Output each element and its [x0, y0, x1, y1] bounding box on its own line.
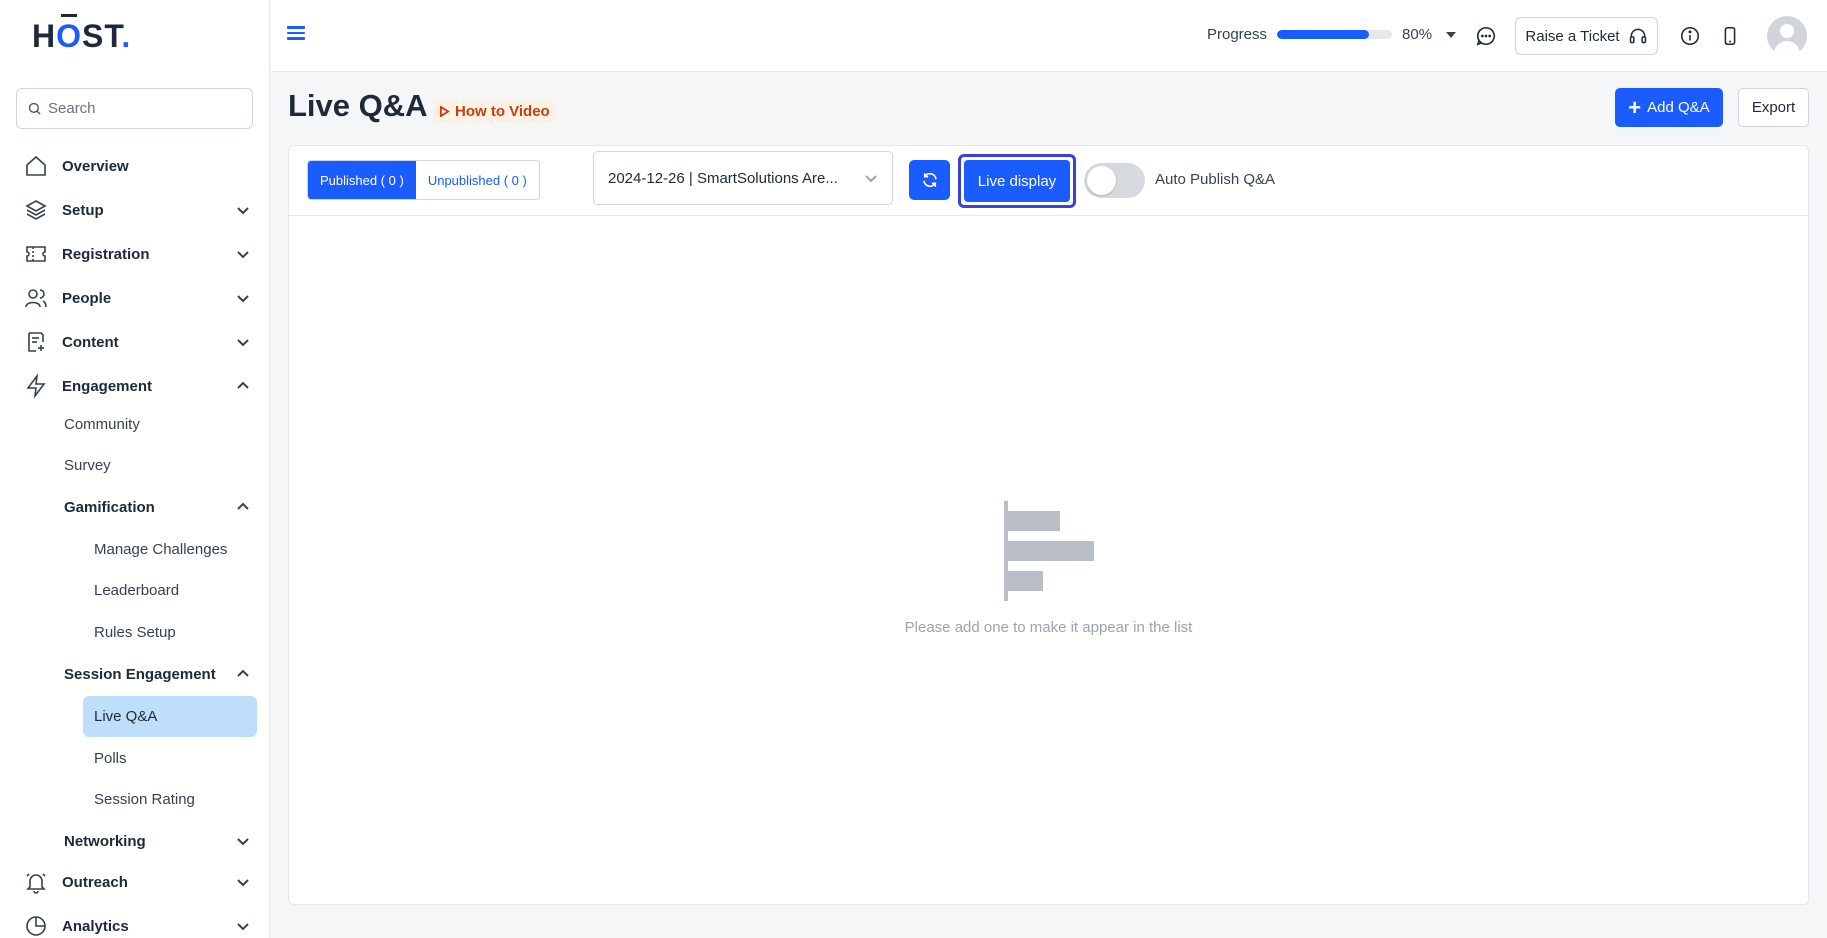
- progress-indicator[interactable]: Progress 80%: [1207, 26, 1457, 43]
- progress-bar: [1277, 30, 1393, 39]
- page-title: Live Q&A: [288, 88, 428, 123]
- chevron-down-icon: [237, 295, 249, 303]
- session-select[interactable]: 2024-12-26 | SmartSolutions Are...: [593, 151, 893, 205]
- sidebar-item-survey[interactable]: Survey: [64, 447, 250, 483]
- empty-list-icon: [999, 501, 1099, 603]
- qa-panel: Published ( 0 ) Unpublished ( 0 ) 2024-1…: [288, 145, 1809, 905]
- sidebar-item-rules-setup[interactable]: Rules Setup: [83, 612, 257, 653]
- sidebar-item-overview[interactable]: Overview: [24, 146, 250, 186]
- people-icon: [24, 286, 48, 310]
- layers-icon: [24, 198, 48, 222]
- headset-icon: [1629, 28, 1646, 44]
- raise-ticket-button[interactable]: Raise a Ticket: [1515, 17, 1658, 55]
- chat-icon[interactable]: [1474, 24, 1498, 48]
- avatar[interactable]: [1767, 16, 1807, 56]
- sidebar-item-outreach[interactable]: Outreach: [24, 862, 250, 902]
- chevron-up-icon: [237, 669, 249, 677]
- sidebar-item-gamification[interactable]: Gamification: [64, 489, 250, 525]
- sidebar-item-engagement[interactable]: Engagement: [24, 366, 250, 406]
- content-icon: [24, 330, 48, 354]
- live-display-button[interactable]: Live display: [958, 154, 1076, 208]
- caret-down-icon[interactable]: [1446, 31, 1457, 38]
- auto-publish-label: Auto Publish Q&A: [1155, 171, 1276, 188]
- sidebar-item-session-engagement[interactable]: Session Engagement: [64, 656, 250, 692]
- chevron-down-icon: [865, 175, 877, 183]
- play-icon: [439, 105, 450, 117]
- progress-label: Progress: [1207, 26, 1268, 43]
- sidebar-item-community[interactable]: Community: [64, 406, 250, 442]
- chevron-down-icon: [237, 251, 249, 259]
- sidebar-item-live-qa[interactable]: Live Q&A: [83, 696, 257, 737]
- search-input[interactable]: Search: [16, 88, 253, 129]
- sidebar: HOST. Search Overview Setup Registration…: [0, 0, 270, 938]
- refresh-button[interactable]: [909, 160, 950, 200]
- sidebar-item-manage-challenges[interactable]: Manage Challenges: [83, 529, 257, 570]
- panel-toolbar: Published ( 0 ) Unpublished ( 0 ) 2024-1…: [289, 146, 1808, 216]
- chevron-down-icon: [237, 838, 249, 846]
- auto-publish-toggle[interactable]: [1084, 163, 1145, 198]
- sidebar-item-polls[interactable]: Polls: [83, 738, 257, 779]
- sidebar-item-leaderboard[interactable]: Leaderboard: [83, 570, 257, 611]
- how-to-video-link[interactable]: How to Video: [433, 99, 556, 123]
- empty-state: Please add one to make it appear in the …: [289, 501, 1808, 636]
- ticket-icon: [24, 242, 48, 266]
- host-logo[interactable]: HOST.: [32, 18, 131, 55]
- sidebar-item-session-rating[interactable]: Session Rating: [83, 779, 257, 820]
- sidebar-item-people[interactable]: People: [24, 278, 250, 318]
- refresh-icon: [922, 172, 937, 188]
- plus-icon: +: [1628, 94, 1642, 120]
- empty-state-message: Please add one to make it appear in the …: [904, 619, 1193, 636]
- chevron-down-icon: [237, 879, 249, 887]
- progress-value: 80%: [1402, 26, 1433, 43]
- search-placeholder: Search: [48, 100, 96, 117]
- chevron-up-icon: [237, 381, 249, 389]
- chevron-up-icon: [237, 502, 249, 510]
- chevron-down-icon: [237, 207, 249, 215]
- chevron-down-icon: [237, 339, 249, 347]
- lightning-icon: [24, 374, 48, 398]
- pie-chart-icon: [24, 914, 48, 938]
- top-bar: Progress 80% Raise a Ticket: [271, 0, 1827, 72]
- progress-bar-fill: [1277, 30, 1370, 39]
- publish-tabs: Published ( 0 ) Unpublished ( 0 ): [307, 160, 540, 200]
- sidebar-item-setup[interactable]: Setup: [24, 190, 250, 230]
- sidebar-item-networking[interactable]: Networking: [64, 823, 250, 859]
- tab-unpublished[interactable]: Unpublished ( 0 ): [415, 161, 539, 199]
- sidebar-item-registration[interactable]: Registration: [24, 234, 250, 274]
- menu-toggle-icon[interactable]: [287, 26, 305, 40]
- mobile-icon[interactable]: [1718, 24, 1742, 48]
- add-qa-button[interactable]: + Add Q&A: [1615, 88, 1723, 127]
- chevron-down-icon: [237, 923, 249, 931]
- export-button[interactable]: Export: [1738, 88, 1809, 127]
- sidebar-item-content[interactable]: Content: [24, 322, 250, 362]
- bell-icon: [24, 870, 48, 894]
- info-icon[interactable]: [1678, 24, 1702, 48]
- tab-published[interactable]: Published ( 0 ): [308, 161, 416, 199]
- sidebar-item-analytics[interactable]: Analytics: [24, 906, 250, 938]
- home-icon: [24, 154, 48, 178]
- search-icon: [28, 102, 41, 115]
